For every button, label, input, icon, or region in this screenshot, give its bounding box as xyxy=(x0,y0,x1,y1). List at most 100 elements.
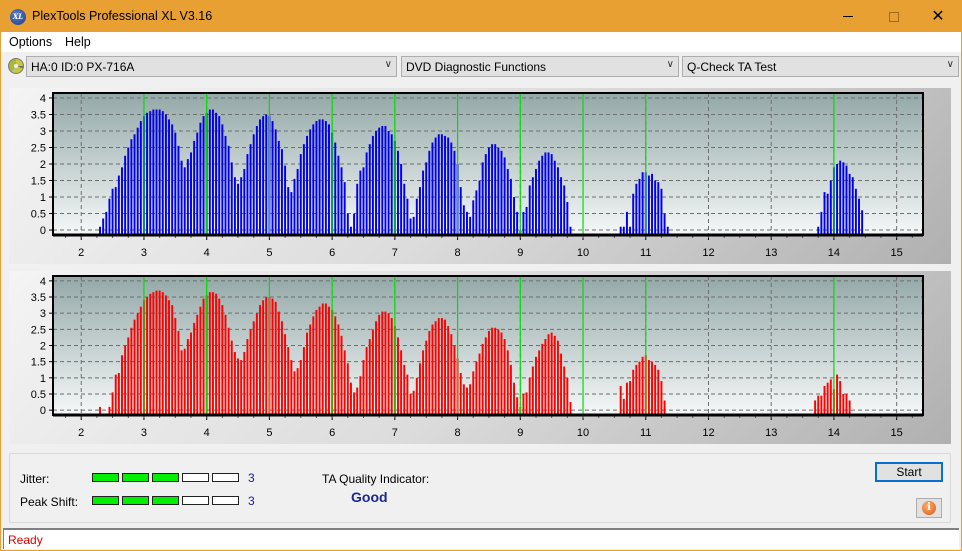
data-bar xyxy=(566,377,569,415)
data-bar xyxy=(481,343,484,415)
menu-options[interactable]: Options xyxy=(9,35,52,49)
data-bar xyxy=(193,140,196,235)
data-bar xyxy=(651,361,653,415)
data-bar xyxy=(525,206,528,235)
data-bar xyxy=(409,218,412,235)
data-bar xyxy=(183,167,186,235)
data-bar xyxy=(227,327,230,415)
drive-select[interactable]: HA:0 ID:0 PX-716A ∨ xyxy=(26,56,397,77)
data-bar xyxy=(284,334,287,415)
data-bar xyxy=(826,382,829,415)
minimize-button[interactable] xyxy=(825,1,871,32)
data-bar xyxy=(550,332,553,415)
data-bar xyxy=(365,152,368,235)
data-bar xyxy=(466,387,468,415)
y-tick-label: 1.5 xyxy=(31,176,46,188)
data-bar xyxy=(127,337,130,415)
x-tick-label: 4 xyxy=(204,247,210,259)
data-bar xyxy=(202,298,205,415)
y-tick-label: 0 xyxy=(40,405,46,417)
x-tick-label: 7 xyxy=(392,247,398,259)
data-bar xyxy=(296,368,299,415)
data-bar xyxy=(246,339,249,415)
data-bar xyxy=(306,332,309,415)
y-tick-label: 1.5 xyxy=(31,357,46,369)
data-bar xyxy=(139,306,142,415)
data-bar xyxy=(839,160,842,235)
data-bar xyxy=(663,400,666,415)
x-tick-label: 14 xyxy=(828,427,840,439)
data-bar xyxy=(208,292,211,415)
data-bar xyxy=(136,127,139,235)
data-bar xyxy=(625,211,628,235)
data-bar xyxy=(271,298,274,415)
data-bar xyxy=(296,168,299,235)
close-button[interactable]: ✕ xyxy=(915,1,961,32)
data-bar xyxy=(635,364,638,415)
data-bar xyxy=(478,180,481,235)
data-bar xyxy=(280,321,283,415)
data-bar xyxy=(415,198,418,235)
data-bar xyxy=(625,382,628,415)
chevron-down-icon: ∨ xyxy=(666,59,674,70)
data-bar xyxy=(619,385,622,415)
data-bar xyxy=(221,305,224,415)
data-bar xyxy=(114,374,117,415)
start-button[interactable]: Start xyxy=(875,462,943,482)
data-bar xyxy=(651,173,653,235)
test-select[interactable]: Q-Check TA Test ∨ xyxy=(682,56,959,77)
data-bar xyxy=(487,147,490,235)
data-bar xyxy=(553,335,556,415)
data-bar xyxy=(265,297,268,415)
y-tick-label: 2 xyxy=(40,159,46,171)
data-bar xyxy=(403,364,406,415)
data-bar xyxy=(428,150,431,235)
data-bar xyxy=(252,134,255,235)
data-bar xyxy=(230,340,233,415)
data-bar xyxy=(243,168,246,235)
data-bar xyxy=(629,381,632,415)
data-bar xyxy=(243,351,246,415)
data-bar xyxy=(437,318,440,415)
data-bar xyxy=(215,293,218,415)
data-bar xyxy=(397,150,399,235)
data-bar xyxy=(133,319,136,415)
data-bar xyxy=(237,358,240,415)
data-bar xyxy=(362,167,365,235)
data-bar xyxy=(353,392,356,415)
menu-bar: Options Help xyxy=(1,32,961,52)
x-tick-label: 13 xyxy=(765,427,777,439)
data-bar xyxy=(255,313,258,415)
data-bar xyxy=(274,129,277,235)
data-bar xyxy=(547,152,550,235)
data-bar xyxy=(168,300,171,415)
data-bar xyxy=(378,127,381,235)
data-bar xyxy=(186,159,189,235)
chevron-down-icon: ∨ xyxy=(384,59,392,70)
data-bar xyxy=(660,188,663,235)
data-bar xyxy=(400,164,403,235)
data-bar xyxy=(124,345,127,415)
function-select[interactable]: DVD Diagnostic Functions ∨ xyxy=(401,56,679,77)
menu-help[interactable]: Help xyxy=(65,35,91,49)
disc-drive-icon xyxy=(8,58,24,74)
x-tick-label: 2 xyxy=(78,427,84,439)
info-button[interactable]: i xyxy=(916,498,942,518)
data-bar xyxy=(415,377,418,415)
data-bar xyxy=(547,334,550,415)
data-bar xyxy=(553,160,556,235)
data-bar xyxy=(550,154,553,235)
x-tick-label: 13 xyxy=(765,247,777,259)
x-tick-label: 10 xyxy=(577,247,589,259)
data-bar xyxy=(851,177,854,235)
maximize-button[interactable] xyxy=(871,1,917,32)
data-bar xyxy=(516,211,519,235)
data-bar xyxy=(108,198,111,235)
data-bar xyxy=(861,210,864,235)
data-bar xyxy=(190,332,192,415)
data-bar xyxy=(302,144,305,235)
data-bar xyxy=(836,374,839,415)
data-bar xyxy=(337,155,340,235)
data-bar xyxy=(506,350,509,415)
data-bar xyxy=(503,157,506,235)
